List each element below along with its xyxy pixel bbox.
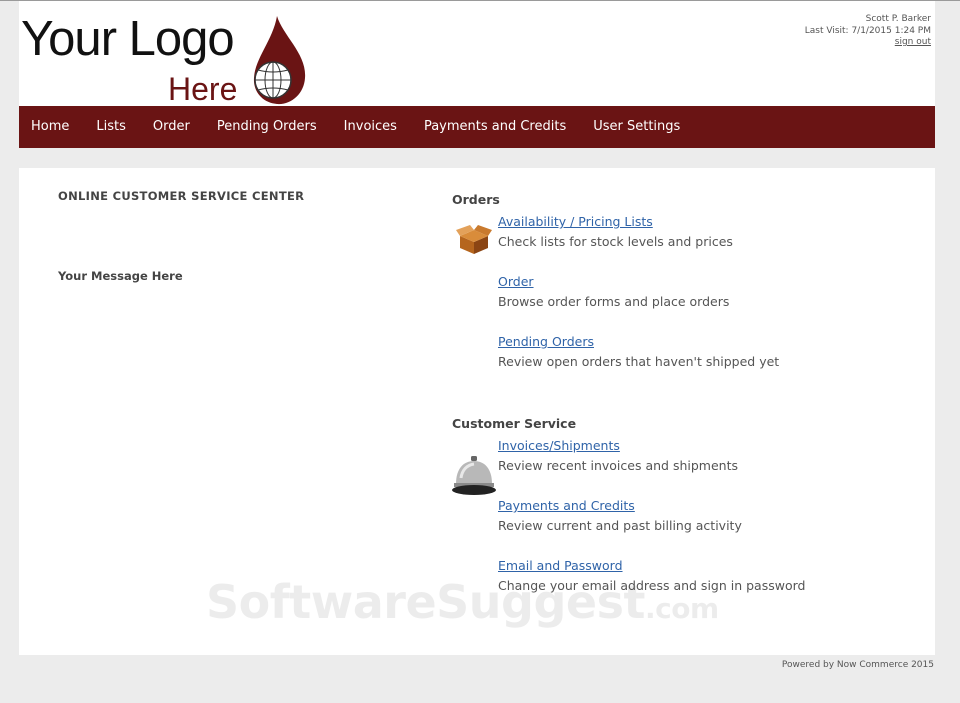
logo-text-line1: Your Logo <box>21 12 235 66</box>
link-description: Review recent invoices and shipments <box>498 458 738 473</box>
orders-heading: Orders <box>452 192 500 207</box>
last-visit: Last Visit: 7/1/2015 1:24 PM <box>804 25 931 36</box>
orders-link-item: Order Browse order forms and place order… <box>498 271 918 312</box>
header: Your Logo Here Scott P. Barker Last Visi… <box>19 1 935 109</box>
nav-lists[interactable]: Lists <box>83 106 140 148</box>
welcome-message: Your Message Here <box>58 269 183 283</box>
link-description: Review open orders that haven't shipped … <box>498 354 780 369</box>
orders-link-item: Availability / Pricing Lists Check lists… <box>498 211 918 252</box>
link-description: Check lists for stock levels and prices <box>498 234 733 249</box>
logo[interactable]: Your Logo Here <box>21 9 321 109</box>
pending-orders-link[interactable]: Pending Orders <box>498 332 594 352</box>
nav-home[interactable]: Home <box>19 106 83 148</box>
user-info: Scott P. Barker Last Visit: 7/1/2015 1:2… <box>805 14 931 49</box>
email-password-link[interactable]: Email and Password <box>498 556 623 576</box>
payments-credits-link[interactable]: Payments and Credits <box>498 496 635 516</box>
nav-invoices[interactable]: Invoices <box>330 106 410 148</box>
service-link-item: Payments and Credits Review current and … <box>498 495 918 536</box>
order-link[interactable]: Order <box>498 272 534 292</box>
link-description: Browse order forms and place orders <box>498 294 730 309</box>
footer-credit: Powered by Now Commerce 2015 <box>781 660 934 670</box>
availability-pricing-lists-link[interactable]: Availability / Pricing Lists <box>498 212 653 232</box>
invoices-shipments-link[interactable]: Invoices/Shipments <box>498 436 620 456</box>
box-icon <box>456 225 492 254</box>
nav-pending-orders[interactable]: Pending Orders <box>203 106 330 148</box>
customer-service-heading: Customer Service <box>452 416 577 431</box>
globe-drop-icon <box>253 16 306 105</box>
page-title: ONLINE CUSTOMER SERVICE CENTER <box>58 189 305 203</box>
service-bell-icon <box>452 456 496 495</box>
sign-out-link[interactable]: sign out <box>805 37 931 49</box>
service-link-item: Invoices/Shipments Review recent invoice… <box>498 435 918 476</box>
nav-payments-credits[interactable]: Payments and Credits <box>410 106 579 148</box>
orders-link-item: Pending Orders Review open orders that h… <box>498 331 918 372</box>
main-nav: Home Lists Order Pending Orders Invoices… <box>19 106 935 148</box>
watermark: SoftwareSuggest.com <box>206 575 719 629</box>
watermark-suffix: .com <box>644 592 719 625</box>
user-name: Scott P. Barker <box>865 14 931 24</box>
nav-order[interactable]: Order <box>139 106 203 148</box>
nav-user-settings[interactable]: User Settings <box>580 106 694 148</box>
link-description: Review current and past billing activity <box>498 518 742 533</box>
watermark-text: SoftwareSuggest <box>206 575 645 629</box>
logo-text-line2: Here <box>168 71 238 107</box>
